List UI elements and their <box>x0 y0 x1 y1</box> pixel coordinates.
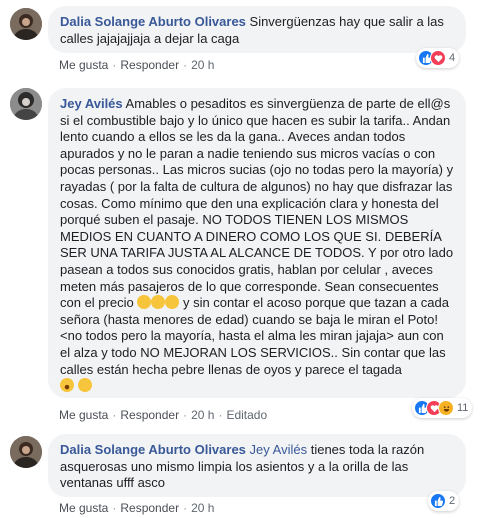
avatar[interactable] <box>10 8 42 40</box>
crying-emoji-icon <box>165 295 180 310</box>
comment-author[interactable]: Jey Avilés <box>60 96 123 111</box>
reaction-count: 11 <box>457 402 469 414</box>
timestamp[interactable]: 20 h <box>191 501 214 515</box>
comment-actions: Me gusta · Responder · 20 h · Editado <box>59 408 268 422</box>
reply-button[interactable]: Responder <box>120 58 179 72</box>
comment-author[interactable]: Dalia Solange Aburto Olivares <box>60 442 246 457</box>
reply-button[interactable]: Responder <box>120 501 179 515</box>
reaction-count: 2 <box>449 495 456 507</box>
timestamp[interactable]: 20 h <box>191 408 214 422</box>
love-reaction-icon <box>430 50 446 66</box>
like-button[interactable]: Me gusta <box>59 408 108 422</box>
reactions-summary[interactable]: 4 <box>416 48 460 68</box>
avatar[interactable] <box>10 436 42 468</box>
grimacing-emoji-icon <box>77 378 92 393</box>
reactions-summary[interactable]: 2 <box>428 491 460 511</box>
reaction-count: 4 <box>449 52 456 64</box>
like-button[interactable]: Me gusta <box>59 501 108 515</box>
reactions-summary[interactable]: 11 <box>412 398 473 418</box>
like-reaction-icon <box>430 493 446 509</box>
reply-button[interactable]: Responder <box>120 408 179 422</box>
comment-text: Amables o pesaditos es sinvergüenza de p… <box>60 96 454 311</box>
like-button[interactable]: Me gusta <box>59 58 108 72</box>
crying-emoji-icon <box>151 295 166 310</box>
avatar[interactable] <box>10 88 42 120</box>
comment-actions: Me gusta · Responder · 20 h <box>59 501 215 515</box>
surprised-emoji-icon <box>60 378 74 393</box>
comment-bubble: Dalia Solange Aburto Olivares Sinvergüen… <box>48 6 466 53</box>
haha-reaction-icon <box>438 400 454 416</box>
comment-actions: Me gusta · Responder · 20 h <box>59 58 215 72</box>
comment-author[interactable]: Dalia Solange Aburto Olivares <box>60 14 246 29</box>
comment-bubble: Jey Avilés Amables o pesaditos es sinver… <box>48 88 466 398</box>
comment-bubble: Dalia Solange Aburto Olivares Jey Avilés… <box>48 434 466 497</box>
edited-label[interactable]: Editado <box>226 408 267 422</box>
mention-link[interactable]: Jey Avilés <box>250 442 308 457</box>
timestamp[interactable]: 20 h <box>191 58 214 72</box>
crying-emoji-icon <box>137 295 152 310</box>
